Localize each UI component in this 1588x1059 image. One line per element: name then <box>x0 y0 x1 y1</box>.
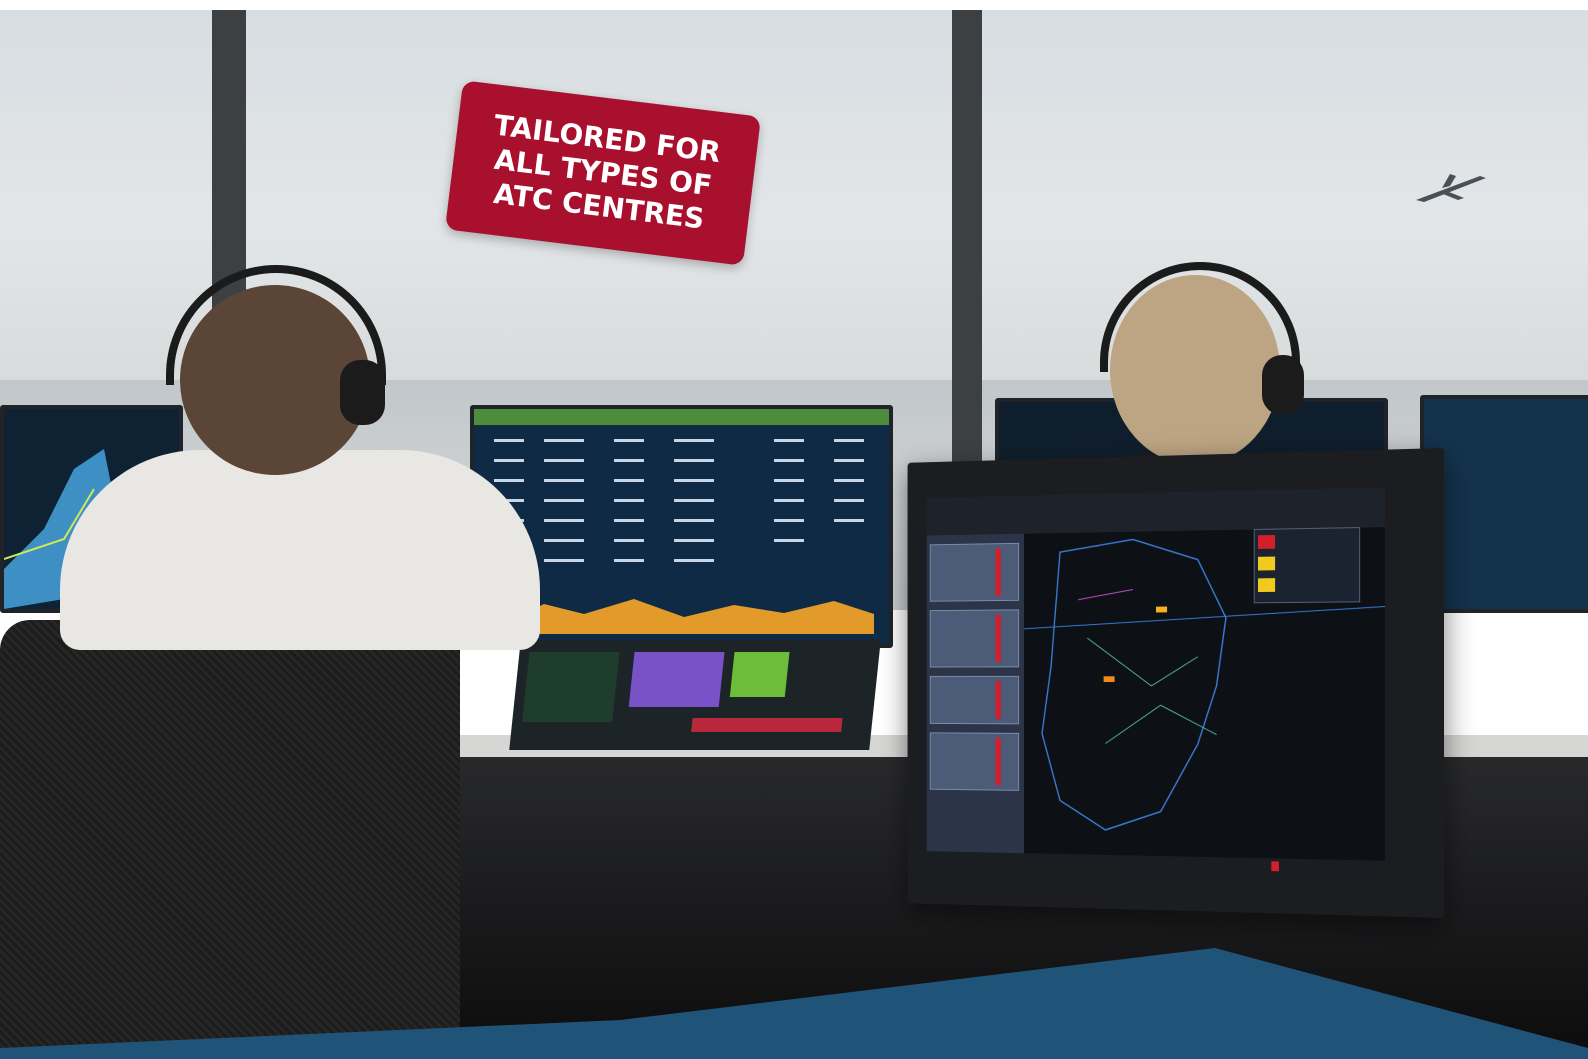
headset-earcup <box>1262 355 1304 415</box>
flight-strips <box>930 543 1018 790</box>
badge-text: TAILORED FOR ALL TYPES OF ATC CENTRES <box>491 108 723 236</box>
controller-left-shoulders <box>60 450 540 650</box>
headset-earcup <box>340 360 385 425</box>
bottom-band <box>0 948 1588 1059</box>
photo-scene: TAILORED FOR ALL TYPES OF ATC CENTRES <box>0 0 1588 1059</box>
window-mullion <box>952 10 982 530</box>
touch-panel <box>509 640 881 750</box>
airplane <box>1416 174 1486 202</box>
far-right-monitor <box>1420 395 1588 613</box>
atc-screen <box>926 487 1385 877</box>
featured-atc-monitor <box>907 448 1444 918</box>
